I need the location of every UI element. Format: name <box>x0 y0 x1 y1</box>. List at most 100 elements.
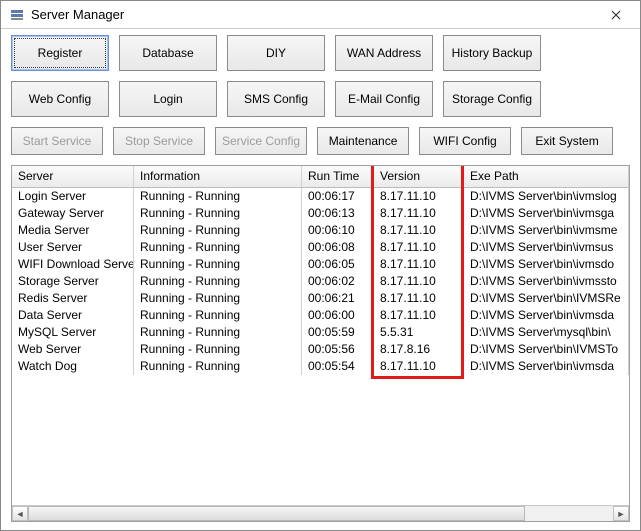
cell-info: Running - Running <box>134 307 302 324</box>
cell-ver: 8.17.11.10 <box>374 205 464 222</box>
scroll-track[interactable] <box>28 506 613 521</box>
cell-run: 00:06:05 <box>302 256 374 273</box>
table-row[interactable]: Redis ServerRunning - Running00:06:218.1… <box>12 290 629 307</box>
database-button[interactable]: Database <box>119 35 217 71</box>
column-header-path[interactable]: Exe Path <box>464 166 629 187</box>
diy-button[interactable]: DIY <box>227 35 325 71</box>
history-button[interactable]: History Backup <box>443 35 541 71</box>
cell-server: Gateway Server <box>12 205 134 222</box>
storageconfig-button[interactable]: Storage Config <box>443 81 541 117</box>
startservice-button: Start Service <box>11 127 103 155</box>
cell-path: D:\IVMS Server\bin\ivmsdo <box>464 256 629 273</box>
cell-info: Running - Running <box>134 205 302 222</box>
cell-ver: 5.5.31 <box>374 324 464 341</box>
cell-path: D:\IVMS Server\bin\ivmssto <box>464 273 629 290</box>
scroll-right-arrow[interactable]: ► <box>613 506 629 521</box>
cell-ver: 8.17.11.10 <box>374 358 464 375</box>
cell-server: Watch Dog <box>12 358 134 375</box>
cell-info: Running - Running <box>134 188 302 205</box>
cell-ver: 8.17.11.10 <box>374 222 464 239</box>
table-row[interactable]: User ServerRunning - Running00:06:088.17… <box>12 239 629 256</box>
cell-ver: 8.17.11.10 <box>374 256 464 273</box>
cell-path: D:\IVMS Server\bin\IVMSRe <box>464 290 629 307</box>
cell-info: Running - Running <box>134 239 302 256</box>
column-header-info[interactable]: Information <box>134 166 302 187</box>
cell-run: 00:05:54 <box>302 358 374 375</box>
cell-ver: 8.17.11.10 <box>374 307 464 324</box>
smsconfig-button[interactable]: SMS Config <box>227 81 325 117</box>
table-row[interactable]: WIFI Download ServerRunning - Running00:… <box>12 256 629 273</box>
table-row[interactable]: Storage ServerRunning - Running00:06:028… <box>12 273 629 290</box>
cell-server: Media Server <box>12 222 134 239</box>
horizontal-scrollbar[interactable]: ◄ ► <box>12 505 629 521</box>
maintenance-button[interactable]: Maintenance <box>317 127 409 155</box>
cell-ver: 8.17.11.10 <box>374 273 464 290</box>
cell-run: 00:06:21 <box>302 290 374 307</box>
close-button[interactable] <box>598 3 634 27</box>
cell-server: Web Server <box>12 341 134 358</box>
cell-path: D:\IVMS Server\bin\ivmsga <box>464 205 629 222</box>
webconfig-button[interactable]: Web Config <box>11 81 109 117</box>
cell-path: D:\IVMS Server\bin\ivmsme <box>464 222 629 239</box>
cell-server: WIFI Download Server <box>12 256 134 273</box>
toolbar-row: Register Database DIY WAN Address History Ba… <box>11 35 630 71</box>
column-header-ver[interactable]: Version <box>374 166 464 187</box>
cell-run: 00:06:02 <box>302 273 374 290</box>
cell-server: User Server <box>12 239 134 256</box>
login-button[interactable]: Login <box>119 81 217 117</box>
cell-run: 00:05:56 <box>302 341 374 358</box>
table-row[interactable]: Gateway ServerRunning - Running00:06:138… <box>12 205 629 222</box>
cell-server: Data Server <box>12 307 134 324</box>
cell-info: Running - Running <box>134 222 302 239</box>
cell-info: Running - Running <box>134 256 302 273</box>
toolbar-row: Start Service Stop Service Service Config M… <box>11 127 630 155</box>
serviceconfig-button: Service Config <box>215 127 307 155</box>
wificonfig-button[interactable]: WIFI Config <box>419 127 511 155</box>
table-row[interactable]: Login ServerRunning - Running00:06:178.1… <box>12 188 629 205</box>
cell-path: D:\IVMS Server\bin\IVMSTo <box>464 341 629 358</box>
cell-path: D:\IVMS Server\bin\ivmsus <box>464 239 629 256</box>
server-table: ServerInformationRun TimeVersionExe Path… <box>11 165 630 522</box>
column-header-server[interactable]: Server <box>12 166 134 187</box>
toolbar-row: Web Config Login SMS Config E-Mail Config St… <box>11 81 630 117</box>
cell-info: Running - Running <box>134 273 302 290</box>
table-row[interactable]: Web ServerRunning - Running00:05:568.17.… <box>12 341 629 358</box>
cell-path: D:\IVMS Server\bin\ivmsda <box>464 307 629 324</box>
emailconfig-button[interactable]: E-Mail Config <box>335 81 433 117</box>
cell-ver: 8.17.11.10 <box>374 290 464 307</box>
cell-server: Login Server <box>12 188 134 205</box>
table-row[interactable]: MySQL ServerRunning - Running00:05:595.5… <box>12 324 629 341</box>
titlebar: Server Manager <box>1 1 640 29</box>
cell-run: 00:06:10 <box>302 222 374 239</box>
cell-server: MySQL Server <box>12 324 134 341</box>
stopservice-button: Stop Service <box>113 127 205 155</box>
cell-path: D:\IVMS Server\bin\ivmslog <box>464 188 629 205</box>
cell-run: 00:06:00 <box>302 307 374 324</box>
cell-info: Running - Running <box>134 290 302 307</box>
wan-button[interactable]: WAN Address <box>335 35 433 71</box>
cell-ver: 8.17.8.16 <box>374 341 464 358</box>
cell-server: Storage Server <box>12 273 134 290</box>
column-header-run[interactable]: Run Time <box>302 166 374 187</box>
cell-info: Running - Running <box>134 358 302 375</box>
register-button[interactable]: Register <box>11 35 109 71</box>
table-header: ServerInformationRun TimeVersionExe Path <box>12 166 629 188</box>
server-manager-icon <box>9 7 25 23</box>
cell-info: Running - Running <box>134 324 302 341</box>
scroll-left-arrow[interactable]: ◄ <box>12 506 28 521</box>
table-row[interactable]: Data ServerRunning - Running00:06:008.17… <box>12 307 629 324</box>
cell-path: D:\IVMS Server\bin\ivmsda <box>464 358 629 375</box>
exitsystem-button[interactable]: Exit System <box>521 127 613 155</box>
toolbar: Register Database DIY WAN Address History Ba… <box>11 35 630 165</box>
cell-server: Redis Server <box>12 290 134 307</box>
cell-run: 00:06:17 <box>302 188 374 205</box>
table-row[interactable]: Watch DogRunning - Running00:05:548.17.1… <box>12 358 629 375</box>
cell-info: Running - Running <box>134 341 302 358</box>
scroll-thumb[interactable] <box>28 506 525 521</box>
content: Register Database DIY WAN Address History Ba… <box>1 29 640 530</box>
cell-ver: 8.17.11.10 <box>374 239 464 256</box>
cell-run: 00:05:59 <box>302 324 374 341</box>
table-row[interactable]: Media ServerRunning - Running00:06:108.1… <box>12 222 629 239</box>
cell-path: D:\IVMS Server\mysql\bin\ <box>464 324 629 341</box>
table-body: Login ServerRunning - Running00:06:178.1… <box>12 188 629 375</box>
